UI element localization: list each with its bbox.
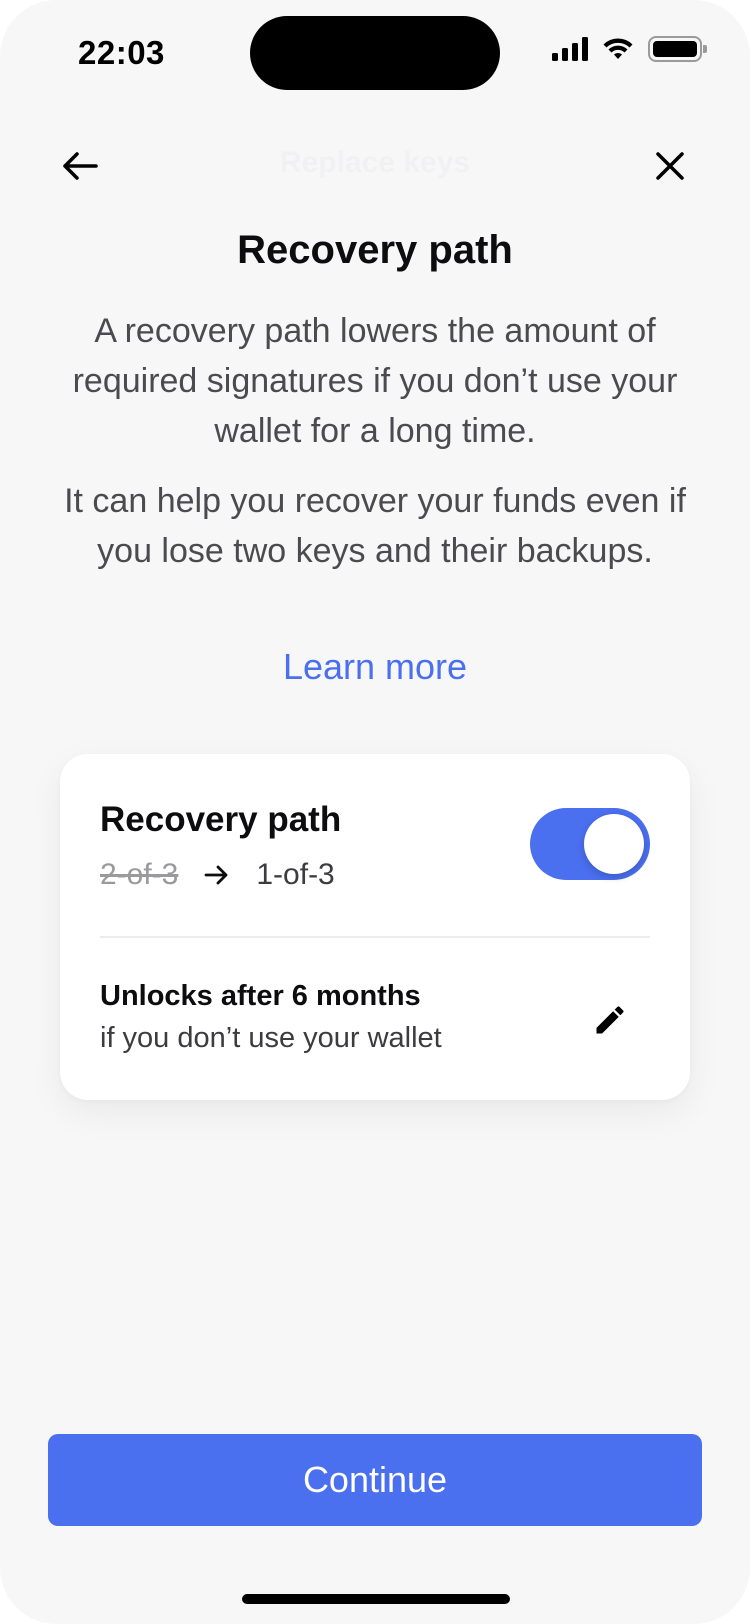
card-title: Recovery path [100, 800, 342, 839]
status-time: 22:03 [78, 34, 165, 71]
wifi-icon [603, 38, 633, 59]
pencil-icon [596, 1006, 624, 1034]
page-title: Recovery path [237, 228, 513, 272]
close-icon [656, 152, 684, 180]
old-scheme: 2-of-3 [100, 858, 179, 891]
signature-scheme-change: 2-of-3 1-of-3 [100, 858, 335, 892]
cellular-signal-icon [552, 37, 588, 61]
recovery-path-toggle[interactable] [530, 808, 650, 880]
arrow-right-icon [204, 864, 230, 886]
continue-button[interactable]: Continue [48, 1434, 702, 1526]
toggle-knob [584, 814, 644, 874]
nav-title: Replace keys [279, 146, 471, 179]
unlock-subtitle: if you don’t use your wallet [100, 1022, 442, 1054]
home-indicator [242, 1594, 510, 1604]
divider [100, 936, 650, 938]
description-paragraph-1: A recovery path lowers the amount of req… [72, 312, 678, 450]
edit-button[interactable] [588, 998, 632, 1042]
learn-more-link[interactable]: Learn more [0, 646, 750, 688]
status-icons [552, 36, 707, 62]
unlock-title: Unlocks after 6 months [100, 980, 421, 1012]
battery-icon [648, 36, 707, 62]
screen: 22:03 Replace keys Recovery path A recov… [0, 0, 750, 1624]
dynamic-island [250, 16, 500, 90]
new-scheme: 1-of-3 [256, 858, 335, 891]
recovery-path-card: Recovery path 2-of-3 1-of-3 Unlocks afte… [60, 754, 690, 1100]
description-paragraph-2: It can help you recover your funds even … [64, 482, 686, 570]
close-button[interactable] [644, 140, 696, 192]
